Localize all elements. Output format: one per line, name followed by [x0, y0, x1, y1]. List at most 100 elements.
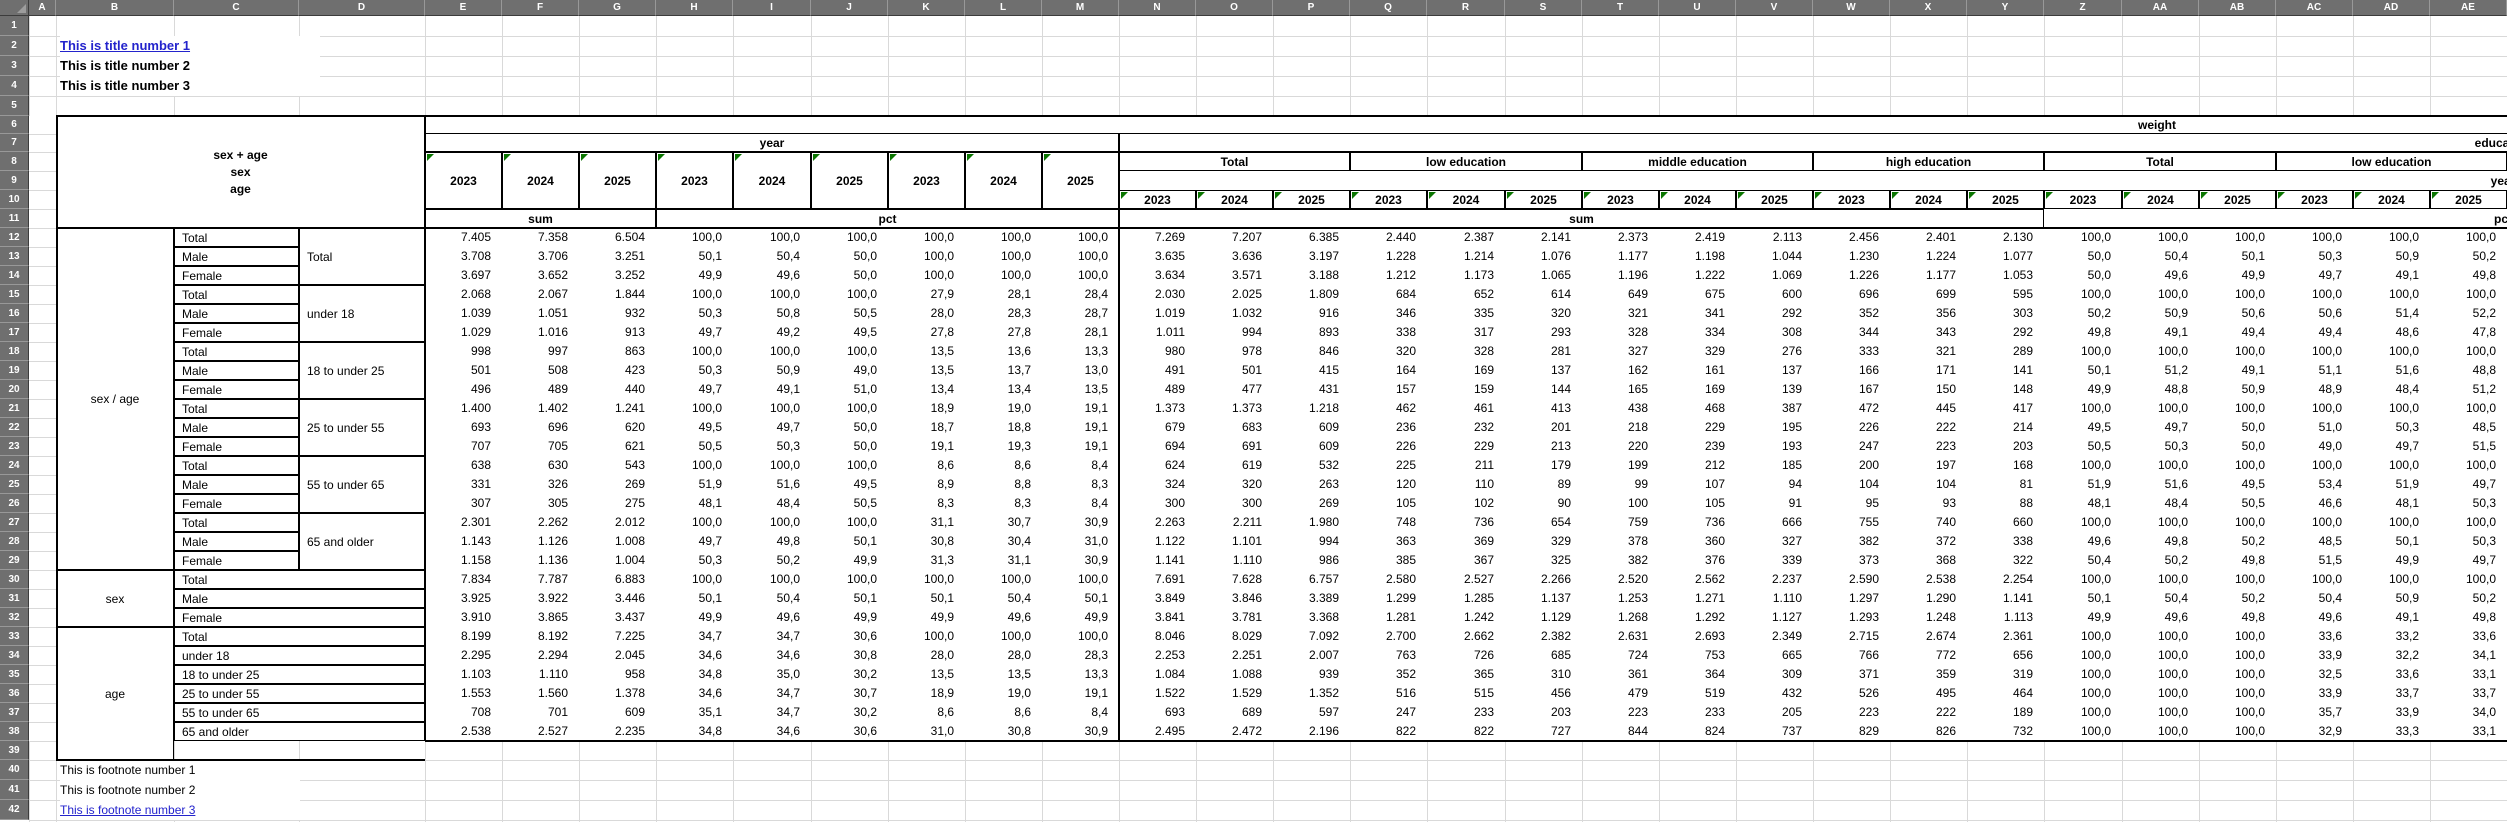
- data-cell[interactable]: 1.214: [1427, 247, 1505, 266]
- data-cell[interactable]: 13,4: [965, 380, 1042, 399]
- data-cell[interactable]: 48,4: [733, 494, 811, 513]
- data-cell[interactable]: 372: [1890, 532, 1967, 551]
- data-cell[interactable]: 100,0: [2199, 399, 2276, 418]
- data-cell[interactable]: 157: [1350, 380, 1427, 399]
- data-cell[interactable]: 49,6: [2276, 608, 2353, 627]
- data-cell[interactable]: 986: [1273, 551, 1350, 570]
- data-cell[interactable]: 341: [1659, 304, 1736, 323]
- data-cell[interactable]: 656: [1967, 646, 2044, 665]
- data-cell[interactable]: 2.520: [1582, 570, 1659, 589]
- data-cell[interactable]: 344: [1813, 323, 1890, 342]
- data-cell[interactable]: 1.241: [579, 399, 656, 418]
- data-cell[interactable]: 822: [1427, 722, 1505, 741]
- data-cell[interactable]: 997: [502, 342, 579, 361]
- data-cell[interactable]: 100,0: [965, 247, 1042, 266]
- row-header[interactable]: 40: [0, 760, 29, 780]
- data-cell[interactable]: 100,0: [2276, 513, 2353, 532]
- data-cell[interactable]: 90: [1505, 494, 1582, 513]
- data-cell[interactable]: 50,0: [811, 437, 888, 456]
- data-cell[interactable]: 50,1: [656, 247, 733, 266]
- row-header[interactable]: 6: [0, 116, 29, 134]
- data-cell[interactable]: 600: [1736, 285, 1813, 304]
- data-cell[interactable]: 49,8: [2199, 608, 2276, 627]
- footnote-link[interactable]: This is footnote number 3: [60, 800, 300, 820]
- data-cell[interactable]: 489: [1119, 380, 1196, 399]
- data-cell[interactable]: 49,9: [811, 551, 888, 570]
- data-cell[interactable]: 1.016: [502, 323, 579, 342]
- data-cell[interactable]: 229: [1427, 437, 1505, 456]
- education-group-header[interactable]: middle education: [1582, 152, 1813, 171]
- row-header[interactable]: 42: [0, 800, 29, 820]
- data-cell[interactable]: 50,9: [2353, 247, 2430, 266]
- data-cell[interactable]: 732: [1967, 722, 2044, 741]
- data-cell[interactable]: 100,0: [2199, 646, 2276, 665]
- data-cell[interactable]: 614: [1505, 285, 1582, 304]
- data-cell[interactable]: 105: [1659, 494, 1736, 513]
- data-cell[interactable]: 50,0: [2199, 437, 2276, 456]
- data-cell[interactable]: 100,0: [733, 342, 811, 361]
- data-cell[interactable]: 2.141: [1505, 228, 1582, 247]
- row-label-cell[interactable]: 25 to under 55: [174, 684, 425, 703]
- data-cell[interactable]: 50,2: [2430, 589, 2507, 608]
- data-cell[interactable]: 100,0: [2044, 228, 2122, 247]
- data-cell[interactable]: 2.382: [1505, 627, 1582, 646]
- data-cell[interactable]: 736: [1427, 513, 1505, 532]
- data-cell[interactable]: 18,7: [888, 418, 965, 437]
- data-cell[interactable]: 1.402: [502, 399, 579, 418]
- data-cell[interactable]: 3.922: [502, 589, 579, 608]
- data-cell[interactable]: 49,7: [2276, 266, 2353, 285]
- year-header-cell[interactable]: 2025: [579, 152, 656, 209]
- data-cell[interactable]: 320: [1505, 304, 1582, 323]
- data-cell[interactable]: 50,2: [2199, 532, 2276, 551]
- data-cell[interactable]: 8,3: [888, 494, 965, 513]
- data-cell[interactable]: 100,0: [2276, 456, 2353, 475]
- data-cell[interactable]: 49,9: [811, 608, 888, 627]
- data-cell[interactable]: 2.301: [425, 513, 502, 532]
- column-header[interactable]: AB: [2199, 0, 2276, 16]
- data-cell[interactable]: 179: [1505, 456, 1582, 475]
- data-cell[interactable]: 50,0: [2199, 418, 2276, 437]
- data-cell[interactable]: 214: [1967, 418, 2044, 437]
- data-cell[interactable]: 49,7: [656, 380, 733, 399]
- data-cell[interactable]: 846: [1273, 342, 1350, 361]
- data-cell[interactable]: 1.039: [425, 304, 502, 323]
- column-header[interactable]: Z: [2044, 0, 2122, 16]
- data-cell[interactable]: 51,9: [656, 475, 733, 494]
- data-cell[interactable]: 169: [1427, 361, 1505, 380]
- data-cell[interactable]: 33,7: [2430, 684, 2507, 703]
- data-cell[interactable]: 148: [1967, 380, 2044, 399]
- data-cell[interactable]: 665: [1736, 646, 1813, 665]
- data-cell[interactable]: 51,4: [2353, 304, 2430, 323]
- data-cell[interactable]: 50,3: [2276, 247, 2353, 266]
- data-cell[interactable]: 300: [1196, 494, 1273, 513]
- data-cell[interactable]: 8,4: [1042, 494, 1119, 513]
- data-cell[interactable]: 495: [1890, 684, 1967, 703]
- data-cell[interactable]: 50,2: [2044, 304, 2122, 323]
- data-cell[interactable]: 50,1: [2353, 532, 2430, 551]
- data-cell[interactable]: 1.248: [1890, 608, 1967, 627]
- footnote-text[interactable]: This is footnote number 1: [60, 760, 300, 780]
- data-cell[interactable]: 51,5: [2430, 437, 2507, 456]
- data-cell[interactable]: 1.077: [1967, 247, 2044, 266]
- data-cell[interactable]: 376: [1659, 551, 1736, 570]
- data-cell[interactable]: 100,0: [2353, 513, 2430, 532]
- column-header[interactable]: N: [1119, 0, 1196, 16]
- data-cell[interactable]: 50,1: [2199, 247, 2276, 266]
- data-cell[interactable]: 100,0: [888, 627, 965, 646]
- data-cell[interactable]: 100,0: [733, 285, 811, 304]
- data-cell[interactable]: 1.560: [502, 684, 579, 703]
- data-cell[interactable]: 2.295: [425, 646, 502, 665]
- data-cell[interactable]: 8,6: [888, 456, 965, 475]
- data-cell[interactable]: 338: [1350, 323, 1427, 342]
- data-cell[interactable]: 2.700: [1350, 627, 1427, 646]
- data-cell[interactable]: 333: [1813, 342, 1890, 361]
- data-cell[interactable]: 34,7: [656, 627, 733, 646]
- year-header-cell[interactable]: 2025: [811, 152, 888, 209]
- data-cell[interactable]: 34,6: [733, 646, 811, 665]
- data-cell[interactable]: 863: [579, 342, 656, 361]
- data-cell[interactable]: 893: [1273, 323, 1350, 342]
- data-cell[interactable]: 432: [1736, 684, 1813, 703]
- data-cell[interactable]: 543: [579, 456, 656, 475]
- data-cell[interactable]: 30,7: [811, 684, 888, 703]
- data-cell[interactable]: 50,3: [656, 304, 733, 323]
